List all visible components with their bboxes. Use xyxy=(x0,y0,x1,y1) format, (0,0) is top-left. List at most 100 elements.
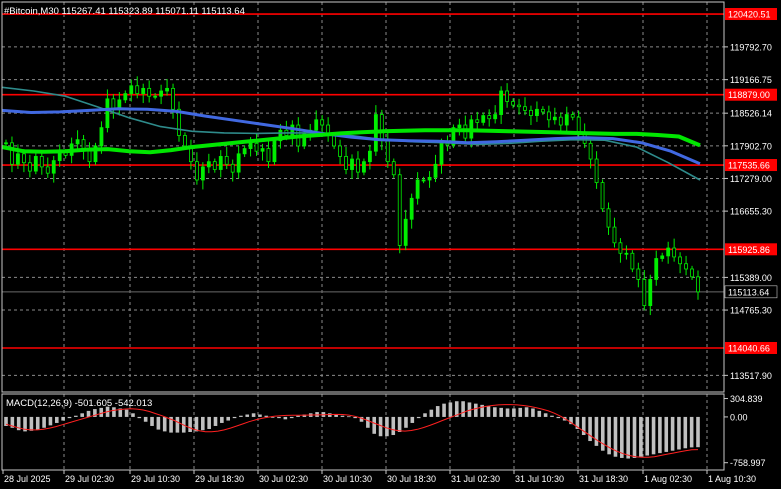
macd-bar xyxy=(289,416,294,419)
level-price-label: 118879.00 xyxy=(728,90,770,100)
x-tick-label: 1 Aug 10:30 xyxy=(708,474,756,484)
candle-body xyxy=(546,111,551,121)
candle-body xyxy=(654,258,659,280)
macd-bar xyxy=(550,415,554,417)
candle-body xyxy=(594,158,599,184)
candle-body xyxy=(87,149,92,163)
candle-body xyxy=(159,90,164,97)
x-tick-label: 31 Jul 02:30 xyxy=(451,474,500,484)
macd-bar xyxy=(239,415,243,417)
candle-body xyxy=(10,142,14,165)
x-tick-label: 30 Jul 10:30 xyxy=(323,474,372,484)
candle-body xyxy=(16,153,20,165)
macd-bar xyxy=(397,416,402,432)
candle-body xyxy=(576,116,581,134)
candle-body xyxy=(236,153,241,173)
candle-body xyxy=(696,276,700,293)
macd-bar xyxy=(556,416,561,419)
macd-bar xyxy=(448,402,453,417)
candle-body xyxy=(242,148,247,155)
candle-body xyxy=(517,104,521,108)
macd-bar xyxy=(594,416,599,446)
candle-body xyxy=(385,140,390,163)
candle-body xyxy=(433,163,438,178)
macd-bar xyxy=(588,416,592,442)
candle-body xyxy=(27,162,32,172)
macd-bar xyxy=(80,413,84,417)
macd-bar xyxy=(493,407,497,417)
macd-bar xyxy=(658,416,662,454)
macd-bar xyxy=(385,416,389,437)
macd-bar xyxy=(74,415,78,417)
candle-body xyxy=(457,124,462,129)
macd-bar xyxy=(435,406,440,417)
macd-title: MACD(12,26,9) -501.605 -542.013 xyxy=(6,398,152,409)
candle-body xyxy=(266,148,271,163)
candle-body xyxy=(212,161,217,170)
macd-bar xyxy=(499,407,503,417)
macd-bar xyxy=(283,416,288,420)
macd-bar xyxy=(143,416,148,422)
candle-body xyxy=(397,174,402,246)
macd-bar xyxy=(429,409,434,417)
candle-body xyxy=(540,108,545,113)
candle-body xyxy=(105,98,110,129)
candle-body xyxy=(606,208,611,228)
macd-bar xyxy=(505,408,510,417)
chart-canvas[interactable]: 120420.51 118879.00 117535.66 115925.86 1140… xyxy=(0,0,781,489)
y-tick-label: 119792.70 xyxy=(730,42,772,52)
candle-body xyxy=(672,247,677,258)
candle-body xyxy=(123,93,128,101)
macd-bar xyxy=(162,416,167,432)
x-tick-label: 28 Jul 2025 xyxy=(4,474,51,484)
candle-body xyxy=(529,109,533,116)
macd-bar xyxy=(220,416,224,423)
candle-body xyxy=(403,218,408,246)
y-tick-label: 118526.14 xyxy=(730,109,772,119)
candle-body xyxy=(165,87,169,92)
candle-body xyxy=(379,114,384,142)
main-panel-frame xyxy=(1,1,725,393)
macd-bar xyxy=(524,407,529,417)
macd-bar xyxy=(99,407,104,417)
macd-bar xyxy=(416,416,421,419)
candle-body xyxy=(21,153,26,164)
candle-body xyxy=(660,255,665,259)
macd-bar xyxy=(226,416,231,421)
macd-bar xyxy=(277,416,281,419)
macd-bar xyxy=(683,416,688,449)
candle-body xyxy=(505,90,510,102)
y-tick-label: 114765.30 xyxy=(730,306,772,316)
macd-bar xyxy=(124,409,129,417)
macd-bar xyxy=(677,416,681,450)
candle-body xyxy=(415,179,420,199)
macd-bar xyxy=(518,407,523,417)
candle-body xyxy=(666,247,671,257)
candle-body xyxy=(409,197,414,220)
candle-body xyxy=(356,158,360,173)
candle-body xyxy=(475,119,480,123)
macd-bar xyxy=(442,403,446,417)
candle-body xyxy=(99,127,104,147)
macd-bar xyxy=(607,416,611,455)
macd-bar xyxy=(537,410,542,417)
candle-body xyxy=(45,166,50,174)
price-series xyxy=(4,76,700,316)
macd-bar xyxy=(620,416,624,458)
candle-body xyxy=(350,158,354,170)
candle-body xyxy=(535,108,539,116)
x-tick-label: 31 Jul 10:30 xyxy=(515,474,564,484)
candle-body xyxy=(194,161,199,181)
macd-bar xyxy=(232,416,237,419)
x-tick-label: 29 Jul 02:30 xyxy=(65,474,114,484)
candle-body xyxy=(612,226,617,244)
macd-bar xyxy=(61,416,65,421)
candle-body xyxy=(678,256,683,265)
macd-bar xyxy=(639,416,643,457)
level-price-label: 114040.66 xyxy=(728,343,770,353)
macd-bar xyxy=(632,416,637,458)
x-tick-label: 30 Jul 18:30 xyxy=(387,474,436,484)
macd-bar xyxy=(137,416,142,419)
candle-body xyxy=(523,106,527,111)
macd-bar xyxy=(689,416,694,448)
